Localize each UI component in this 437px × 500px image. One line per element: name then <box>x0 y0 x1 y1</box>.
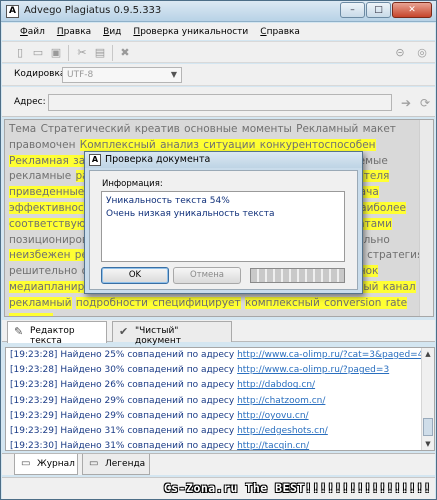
watermark-text: Cs-Zona.ru The BEST!!!!!!!!!!!!!!!!! <box>163 481 431 495</box>
dialog-body: Информация: Уникальность текста 54% Очен… <box>89 170 358 290</box>
info-box: Уникальность текста 54% Очень низкая уни… <box>101 191 345 262</box>
editor-scrollbar[interactable] <box>419 120 433 316</box>
journal-icon: ▭ <box>21 458 31 469</box>
app-icon: A <box>89 154 101 166</box>
open-folder-icon[interactable]: ▭ <box>30 45 46 61</box>
log-message: Найдено 29% совпадений по адресу <box>60 395 238 406</box>
go-arrow-icon[interactable]: ➔ <box>398 95 414 111</box>
toolbar-divider <box>68 45 69 61</box>
log-message: Найдено 29% совпадений по адресу <box>60 410 238 421</box>
menu-file[interactable]: Файл <box>20 27 45 37</box>
log-entry: [19:23:29] Найдено 31% совпадений по адр… <box>6 424 434 439</box>
log-url-link[interactable]: http://chatzoom.cn/ <box>237 396 325 406</box>
maximize-button[interactable]: □ <box>366 2 391 18</box>
scroll-down-icon[interactable]: ▼ <box>422 438 434 450</box>
ok-button[interactable]: OK <box>101 267 169 284</box>
tab-text-editor[interactable]: ✎ Редактор текста <box>7 321 107 346</box>
new-document-icon[interactable]: ▯ <box>12 45 28 61</box>
check-document-dialog: A Проверка документа Информация: Уникаль… <box>84 151 363 294</box>
log-entry: [19:23:29] Найдено 29% совпадений по адр… <box>6 409 434 424</box>
info-label: Информация: <box>102 179 163 189</box>
app-icon: A <box>6 5 19 18</box>
tab-label: "Чистый" документ <box>135 326 181 346</box>
address-input[interactable] <box>48 94 392 111</box>
log-scrollbar[interactable]: ▲ ▼ <box>421 348 434 450</box>
uniqueness-result: Уникальность текста 54% <box>106 196 230 206</box>
log-message: Найдено 25% совпадений по адресу <box>60 350 238 360</box>
log-url-link[interactable]: http://edgeshots.cn/ <box>237 426 328 436</box>
encoding-label: Кодировка: <box>14 69 69 79</box>
log-tabs: ▭ Журнал ▭ Легенда <box>2 453 435 475</box>
log-entry: [19:23:29] Найдено 29% совпадений по адр… <box>6 394 434 409</box>
scroll-up-icon[interactable]: ▲ <box>422 348 434 360</box>
settings-icon[interactable]: ◎ <box>414 45 430 61</box>
menu-check-uniqueness[interactable]: Проверка уникальности <box>133 27 248 37</box>
clear-icon[interactable]: ✖ <box>117 45 133 61</box>
app-window: A Advego Plagiatus 0.9.5.333 – □ ✕ Файл … <box>0 0 437 500</box>
log-entry: [19:23:30] Найдено 31% совпадений по адр… <box>6 439 434 451</box>
progress-fill <box>251 269 344 282</box>
matched-text-segment: подробности специфицирует <box>75 296 241 309</box>
check-icon: ✔ <box>119 325 129 338</box>
tab-label: Легенда <box>105 459 146 469</box>
encoding-select[interactable]: UTF-8 ▼ <box>62 67 182 83</box>
paste-icon[interactable]: ▤ <box>92 45 108 61</box>
stop-icon[interactable]: ⊝ <box>392 45 408 61</box>
cancel-button[interactable]: Отмена <box>173 267 241 284</box>
tab-legend[interactable]: ▭ Легенда <box>82 454 150 475</box>
minimize-button[interactable]: – <box>340 2 365 18</box>
dialog-title: Проверка документа <box>105 154 211 165</box>
log-time: [19:23:28] <box>10 350 58 360</box>
legend-icon: ▭ <box>89 458 99 469</box>
editor-tabs: ✎ Редактор текста ✔ "Чистый" документ <box>2 320 435 346</box>
close-button[interactable]: ✕ <box>392 2 432 18</box>
tab-journal[interactable]: ▭ Журнал <box>14 454 78 475</box>
edit-icon: ✎ <box>14 325 24 338</box>
save-icon[interactable]: ▣ <box>48 45 64 61</box>
log-message: Найдено 31% совпадений по адресу <box>60 441 238 451</box>
menu-bar: Файл Правка Вид Проверка уникальности Сп… <box>2 23 435 40</box>
title-bar: A Advego Plagiatus 0.9.5.333 – □ ✕ <box>1 1 436 22</box>
log-time: [19:23:29] <box>10 410 58 421</box>
log-time: [19:23:29] <box>10 395 58 406</box>
chevron-down-icon: ▼ <box>170 70 178 79</box>
menu-edit[interactable]: Правка <box>57 27 91 37</box>
menu-view[interactable]: Вид <box>103 27 121 37</box>
toolbar-divider <box>112 45 113 61</box>
log-message: Найдено 31% совпадений по адресу <box>60 425 238 436</box>
log-entry: [19:23:28] Найдено 25% совпадений по адр… <box>6 348 434 363</box>
log-message: Найдено 26% совпадений по адресу <box>60 380 238 391</box>
cut-icon[interactable]: ✂ <box>74 45 90 61</box>
window-title: Advego Plagiatus 0.9.5.333 <box>24 5 162 16</box>
progress-bar <box>250 268 345 283</box>
dialog-title-bar: A Проверка документа <box>85 152 362 168</box>
encoding-value: UTF-8 <box>67 70 94 80</box>
tab-label: Редактор текста <box>30 326 75 346</box>
refresh-icon[interactable]: ⟳ <box>417 95 433 111</box>
log-time: [19:23:28] <box>10 365 58 376</box>
log-time: [19:23:29] <box>10 425 58 436</box>
log-url-link[interactable]: http://www.ca-olimp.ru/?paged=3 <box>237 365 389 375</box>
log-url-link[interactable]: http://tacqin.cn/ <box>237 441 309 450</box>
address-label: Адрес: <box>14 97 46 107</box>
log-panel: [19:23:28] Найдено 25% совпадений по адр… <box>5 347 435 451</box>
menu-help[interactable]: Справка <box>260 27 300 37</box>
log-message: Найдено 30% совпадений по адресу <box>60 365 238 376</box>
uniqueness-verdict: Очень низкая уникальность текста <box>106 209 275 219</box>
address-row: Адрес: ➔ ⟳ <box>2 87 435 117</box>
log-time: [19:23:30] <box>10 441 58 451</box>
tab-label: Журнал <box>37 459 75 469</box>
tab-clean-document[interactable]: ✔ "Чистый" документ <box>112 321 232 346</box>
toolbar: ▯ ▭ ▣ ✂ ▤ ✖ ⊝ ◎ <box>2 41 435 63</box>
log-entry: [19:23:28] Найдено 26% совпадений по адр… <box>6 378 434 393</box>
log-url-link[interactable]: http://dabdog.cn/ <box>237 380 315 390</box>
log-url-link[interactable]: http://www.ca-olimp.ru/?cat=3&paged=4 <box>237 350 423 360</box>
log-entry: [19:23:28] Найдено 30% совпадений по адр… <box>6 363 434 378</box>
scrollbar-thumb[interactable] <box>423 418 433 436</box>
encoding-row: Кодировка: UTF-8 ▼ <box>2 64 435 86</box>
log-time: [19:23:28] <box>10 380 58 391</box>
log-url-link[interactable]: http://oyovu.cn/ <box>237 411 309 421</box>
status-bar: Cs-Zona.ru The BEST!!!!!!!!!!!!!!!!! <box>2 477 435 499</box>
